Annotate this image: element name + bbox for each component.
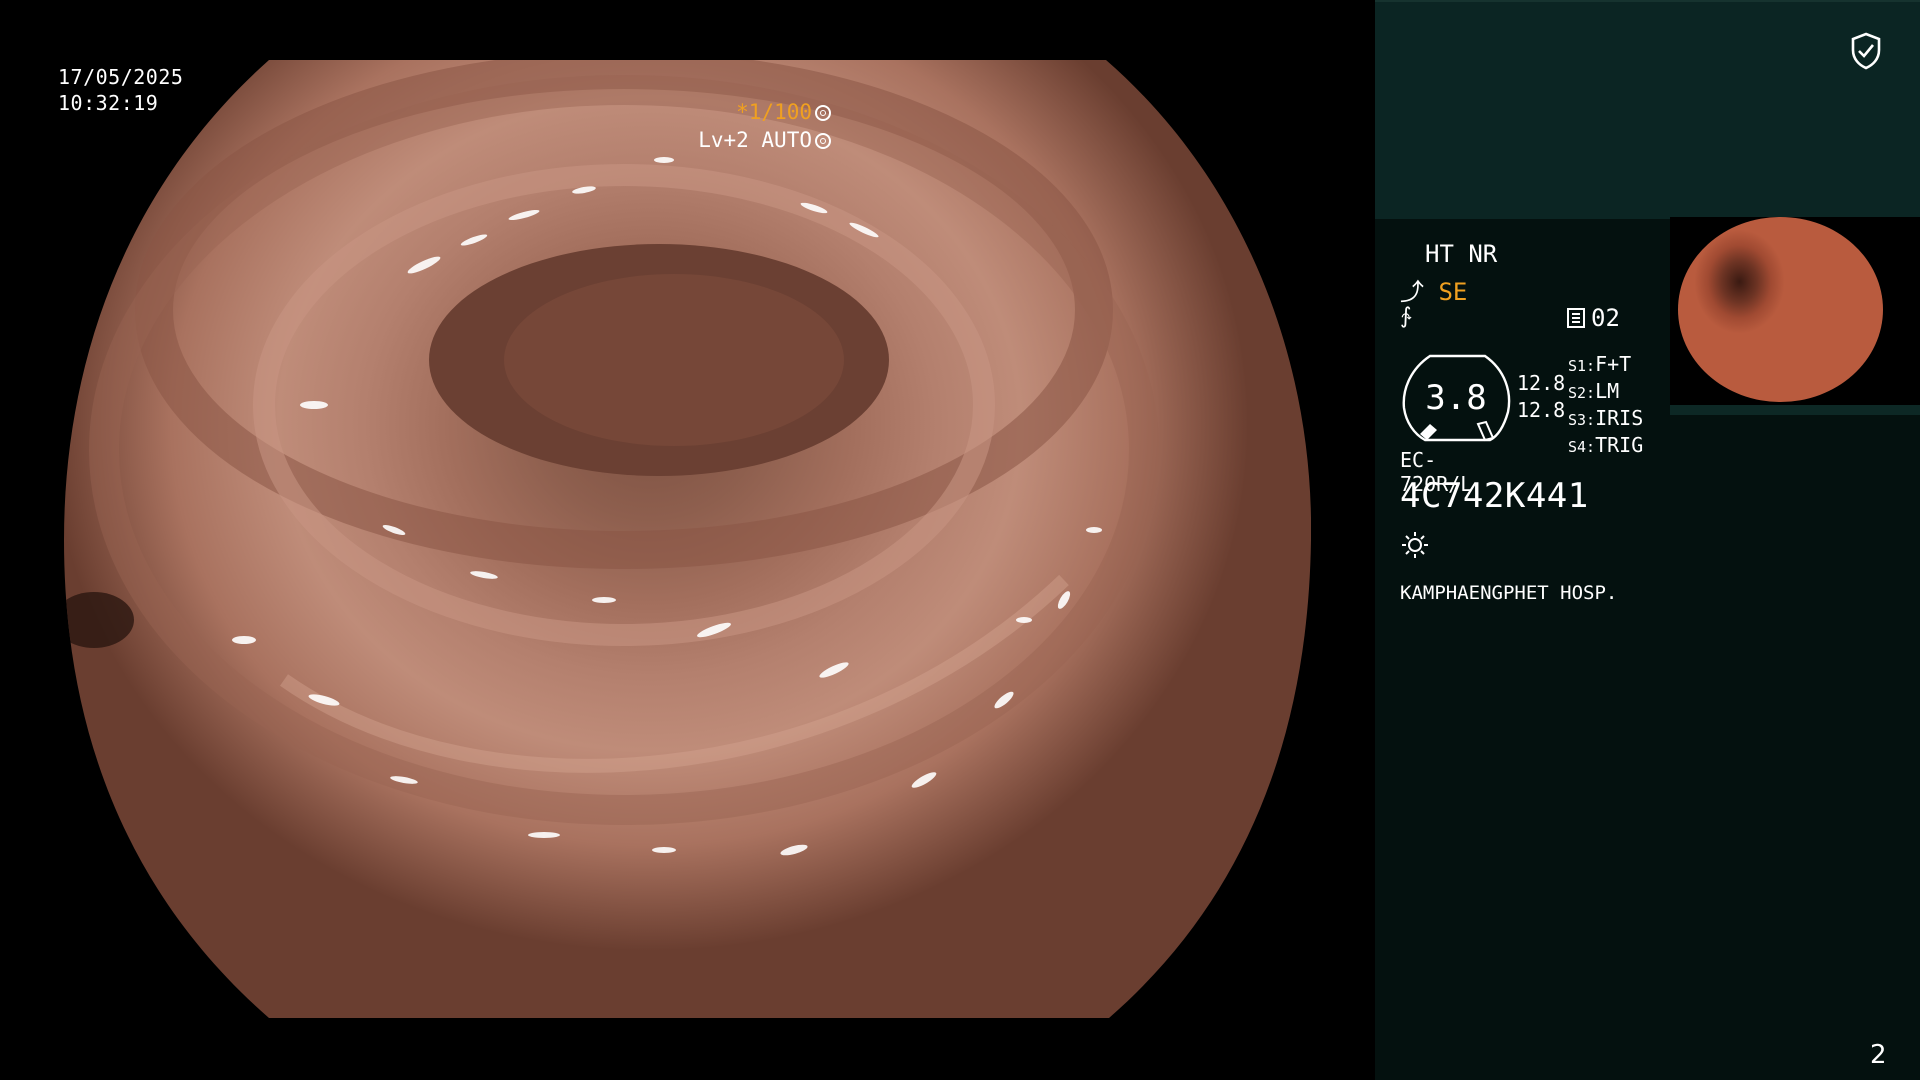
image-count: 02 (1567, 304, 1620, 332)
se-row: ⤴ SE (1400, 272, 1467, 307)
panel-header (1375, 0, 1920, 219)
gauge-value: 3.8 (1425, 378, 1487, 418)
lift-arrow-icon: ⤴ (1400, 278, 1424, 306)
time-text: 10:32:19 (58, 91, 159, 115)
exposure-overlay: *1/100 Lv+2 AUTO (698, 98, 831, 154)
datetime-overlay: 17/05/2025 10:32:19 (58, 64, 183, 116)
date-text: 17/05/2025 (58, 65, 184, 89)
signal-wave-icon: ∱ (1400, 304, 1412, 329)
endoscope-video-area: 17/05/2025 10:32:19 *1/100 Lv+2 AUTO (0, 0, 1375, 1080)
se-mode-text: SE (1438, 278, 1468, 306)
shutter-row: *1/100 (698, 98, 831, 126)
memo-list-icon (1567, 308, 1585, 328)
mode-label: HT NR (1425, 240, 1498, 268)
iris-icon (815, 133, 831, 149)
thumbnail-status-bar (1670, 405, 1920, 415)
switch-s4: S4:TRIG (1568, 433, 1644, 457)
image-count-text: 02 (1591, 304, 1620, 332)
mucosa-illustration (64, 60, 1311, 1018)
level-row: Lv+2 AUTO (698, 126, 831, 154)
shutter-speed-text: *1/100 (736, 100, 812, 124)
page-number: 2 (1870, 1040, 1887, 1070)
switch-assignments: S1:F+T S2:LM S3:IRIS S4:TRIG (1568, 352, 1643, 460)
serial-number: 4C742K441 (1400, 476, 1589, 516)
level-text: Lv+2 AUTO (698, 128, 812, 152)
gauge: 3.8 (1400, 352, 1515, 444)
shield-check-icon (1851, 32, 1881, 70)
aperture-icon (815, 105, 831, 121)
endoscope-live-image (64, 60, 1311, 1018)
info-panel: HT NR ⤴ SE ∱ 02 3.8 12.8 12.8 S1:F+T S2:… (1375, 0, 1920, 1080)
switch-s3: S3:IRIS (1568, 406, 1644, 430)
light-source-icon (1402, 532, 1428, 558)
thumbnail-image (1678, 217, 1883, 402)
switch-s2: S2:LM (1568, 379, 1620, 403)
value-1: 12.8 (1517, 371, 1566, 395)
captured-image-thumbnail[interactable] (1670, 217, 1920, 415)
hospital-name: KAMPHAENGPHET HOSP. (1400, 582, 1618, 604)
value-stack: 12.8 12.8 (1517, 370, 1565, 424)
value-2: 12.8 (1517, 398, 1566, 422)
switch-s1: S1:F+T (1568, 352, 1632, 376)
